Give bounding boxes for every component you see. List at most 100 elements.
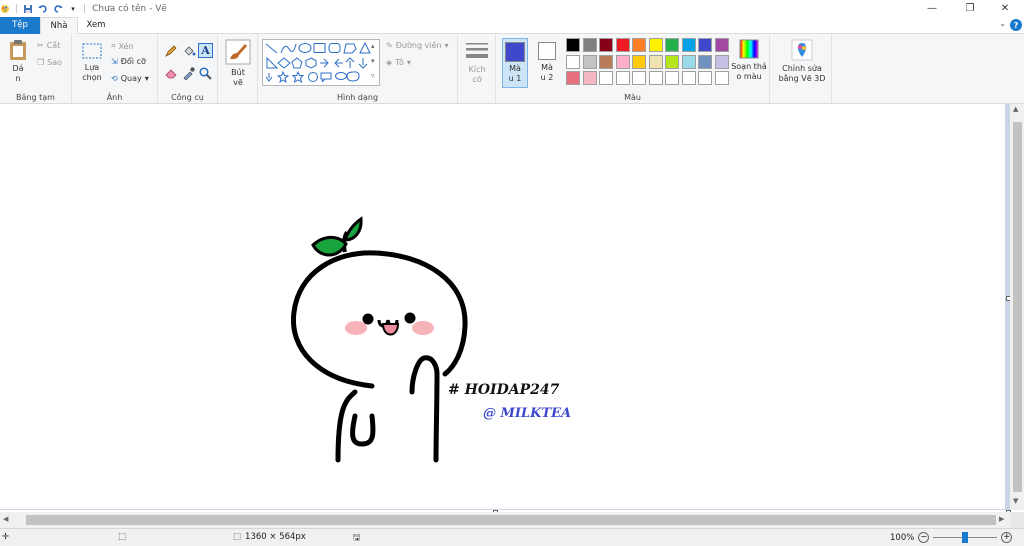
palette-color-swatch[interactable] (648, 54, 663, 69)
shapes-scroll[interactable]: ▴ ▾ ▿ (371, 39, 375, 84)
magnifier-icon[interactable] (198, 66, 212, 80)
cut-button[interactable]: ✂ Cắt (37, 41, 60, 50)
scroll-up-icon[interactable]: ▲ (1013, 105, 1018, 113)
canvas-size-icon: ⬚ (233, 532, 242, 542)
restore-button[interactable]: ❐ (953, 0, 987, 17)
edit-with-paint3d-label: Chỉnh sửa bằng Vẽ 3D (778, 64, 826, 83)
tab-home[interactable]: Nhà (40, 17, 78, 35)
palette-color-swatch[interactable] (566, 38, 580, 52)
copy-button[interactable]: ❐ Sao (37, 58, 62, 67)
scroll-down-icon[interactable]: ▼ (1013, 497, 1018, 505)
palette-color-swatch[interactable] (681, 71, 696, 85)
palette-color-swatch[interactable] (632, 38, 646, 52)
color1-label: Mà u 1 (508, 64, 522, 83)
horizontal-scroll-thumb[interactable] (26, 515, 996, 525)
crop-button[interactable]: ⌗ Xén (111, 41, 134, 51)
palette-color-swatch[interactable] (582, 38, 597, 52)
paint3d-icon (791, 39, 813, 61)
close-button[interactable]: ✕ (988, 0, 1022, 17)
drawing: # HOIDAP247 @ MILKTEA (290, 216, 571, 463)
save-icon[interactable] (23, 4, 33, 14)
palette-color-swatch[interactable] (632, 71, 646, 85)
palette-color-swatch[interactable] (599, 71, 613, 85)
size-label: Kích cỡ (468, 65, 486, 84)
scroll-right-icon[interactable]: ▶ (999, 515, 1004, 523)
undo-icon[interactable] (38, 4, 48, 14)
palette-color-swatch[interactable] (714, 38, 729, 52)
outline-icon: ✎ (386, 41, 393, 50)
copy-label: Sao (47, 58, 63, 67)
palette-color-swatch[interactable] (681, 38, 696, 52)
palette-color-swatch[interactable] (698, 38, 712, 52)
drawing-canvas[interactable]: # HOIDAP247 @ MILKTEA (0, 104, 1005, 509)
vertical-scroll-thumb[interactable] (1013, 122, 1022, 492)
tab-file[interactable]: Tệp (0, 17, 40, 34)
shapes-icons (265, 41, 371, 84)
vertical-scrollbar[interactable]: ▲ ▼ (1010, 104, 1024, 510)
paint-app-icon[interactable] (0, 4, 10, 14)
fill-bucket-icon[interactable] (182, 44, 196, 58)
palette-color-swatch[interactable] (615, 38, 630, 52)
chevron-down-icon: ▾ (444, 41, 449, 50)
select-button[interactable]: Lựa chọn (77, 42, 107, 83)
palette-color-swatch[interactable] (665, 71, 679, 85)
palette-color-swatch[interactable] (698, 71, 712, 85)
color1-button[interactable]: Mà u 1 (502, 38, 528, 88)
scroll-left-icon[interactable]: ◀ (3, 515, 8, 523)
scissors-icon: ✂ (37, 41, 44, 50)
pencil-icon[interactable] (164, 44, 178, 58)
resize-button[interactable]: ⇲ Đổi cỡ (111, 57, 146, 66)
customize-quick-access-icon[interactable]: ▾ (68, 4, 78, 14)
tab-view[interactable]: Xem (78, 17, 114, 34)
paint3d-group: Chỉnh sửa bằng Vẽ 3D (770, 34, 832, 104)
fill-button[interactable]: ◈ Tô ▾ (386, 58, 411, 67)
minimize-button[interactable]: — (915, 0, 949, 17)
brushes-button[interactable]: Bút vẽ (222, 39, 254, 88)
fill-label: Tô (395, 58, 404, 67)
edit-with-paint3d-button[interactable]: Chỉnh sửa bằng Vẽ 3D (774, 39, 830, 84)
colors-group: Mà u 1 Mà u 2 Soạn thả o màu Màu (496, 34, 770, 104)
palette-color-swatch[interactable] (599, 54, 613, 69)
cursor-position: ✛ (2, 532, 9, 542)
help-button[interactable]: ? (1010, 19, 1022, 31)
palette-color-swatch[interactable] (599, 38, 613, 52)
zoom-slider-thumb[interactable] (962, 532, 969, 543)
zoom-slider[interactable] (933, 532, 998, 543)
palette-color-swatch[interactable] (566, 71, 580, 85)
color2-button[interactable]: Mà u 2 (534, 38, 560, 83)
palette-color-swatch[interactable] (681, 54, 696, 69)
redo-icon[interactable] (53, 4, 63, 14)
palette-color-swatch[interactable] (582, 54, 597, 69)
paste-button[interactable]: Dá n (4, 39, 32, 84)
rotate-button[interactable]: ⟲ Quay ▾ (111, 74, 149, 83)
palette-color-swatch[interactable] (698, 54, 712, 69)
tongue (381, 323, 400, 336)
shapes-group-label: Hình dạng (336, 93, 379, 102)
size-button[interactable]: Kích cỡ (462, 40, 492, 85)
palette-color-swatch[interactable] (615, 71, 630, 85)
shapes-gallery[interactable] (262, 39, 380, 86)
collapse-ribbon-icon[interactable]: ⌄ (999, 19, 1006, 28)
palette-color-swatch[interactable] (582, 71, 597, 85)
palette-color-swatch[interactable] (714, 54, 729, 69)
edit-colors-button[interactable]: Soạn thả o màu (730, 39, 768, 82)
eraser-icon[interactable] (164, 66, 178, 80)
color-picker-icon[interactable] (182, 66, 196, 80)
brushes-group: Bút vẽ (218, 34, 258, 104)
palette-color-swatch[interactable] (632, 54, 646, 69)
image-group: Lựa chọn ⌗ Xén ⇲ Đổi cỡ ⟲ Quay ▾ Ảnh (72, 34, 158, 104)
palette-color-swatch[interactable] (615, 54, 630, 69)
palette-color-swatch[interactable] (665, 38, 679, 52)
palette-color-swatch[interactable] (648, 71, 663, 85)
text-tool-icon[interactable]: A (198, 43, 213, 58)
palette-color-swatch[interactable] (714, 71, 729, 85)
palette-color-swatch[interactable] (566, 54, 580, 69)
palette-color-swatch[interactable] (665, 54, 679, 69)
outline-button[interactable]: ✎ Đường viền ▾ (386, 41, 449, 50)
zoom-out-icon[interactable]: − (918, 532, 930, 543)
horizontal-scrollbar[interactable]: ◀ ▶ (0, 512, 1010, 528)
right-arm (409, 355, 440, 463)
zoom-in-icon[interactable]: + (1001, 532, 1013, 543)
palette-color-swatch[interactable] (648, 38, 663, 52)
window-title: Chưa có tên - Vẽ (92, 3, 167, 14)
